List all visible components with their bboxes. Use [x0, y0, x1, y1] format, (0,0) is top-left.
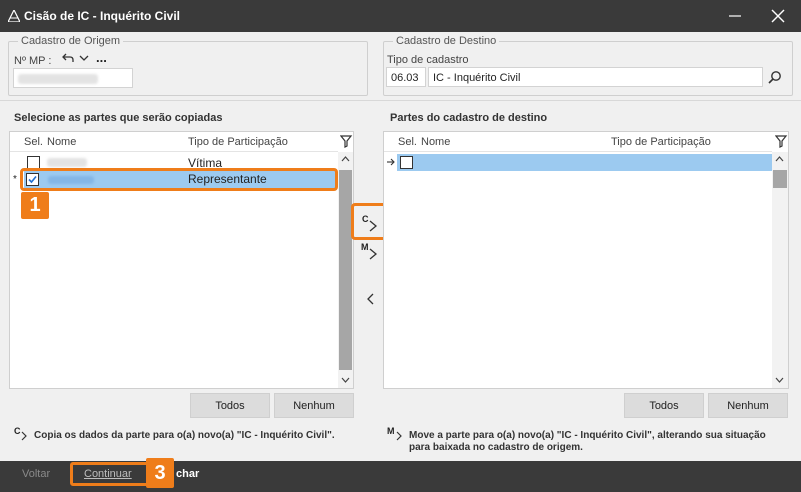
search-icon[interactable]	[768, 70, 782, 84]
right-scrollbar[interactable]	[772, 152, 788, 388]
left-col-sel: Sel.	[24, 136, 43, 148]
divider	[0, 100, 801, 101]
left-todos-button[interactable]: Todos	[190, 393, 270, 418]
chevron-right-icon	[21, 431, 27, 441]
right-col-nome: Nome	[421, 136, 451, 148]
right-panel-title: Partes do cadastro de destino	[390, 112, 548, 124]
scroll-up-icon[interactable]	[341, 156, 350, 162]
minimize-button[interactable]	[720, 4, 750, 28]
left-scrollbar[interactable]	[338, 152, 353, 388]
scroll-thumb[interactable]	[339, 170, 352, 370]
scroll-down-icon[interactable]	[341, 377, 350, 383]
app-logo-icon	[8, 10, 20, 22]
filter-icon[interactable]	[340, 135, 353, 148]
close-icon	[771, 9, 785, 23]
more-options-button[interactable]: ...	[96, 50, 107, 65]
row-checkbox[interactable]	[400, 156, 413, 169]
note-move-letter: M	[387, 426, 395, 436]
tipo-description-value: IC - Inquérito Civil	[433, 72, 521, 84]
right-todos-button[interactable]: Todos	[624, 393, 704, 418]
chevron-down-icon[interactable]	[79, 54, 89, 62]
tipo-code-value: 06.03	[391, 72, 419, 84]
mp-label: Nº MP :	[14, 55, 52, 67]
new-row[interactable]	[397, 154, 772, 171]
scroll-down-icon[interactable]	[775, 377, 784, 383]
move-button[interactable]: M	[358, 242, 384, 266]
left-panel-title: Selecione as partes que serão copiadas	[14, 112, 223, 124]
window-title: Cisão de IC - Inquérito Civil	[24, 9, 181, 23]
callout-3: 3	[146, 458, 174, 488]
redacted-mp-number	[18, 74, 98, 84]
tipo-code-field[interactable]: 06.03	[386, 67, 426, 87]
chevron-right-icon	[369, 248, 378, 260]
row-marker: *	[13, 174, 17, 185]
close-button[interactable]	[763, 4, 793, 28]
voltar-button[interactable]: Voltar	[22, 468, 50, 480]
left-col-tipo: Tipo de Participação	[188, 136, 288, 148]
redacted-name	[47, 158, 87, 167]
chevron-right-icon	[396, 431, 402, 441]
move-back-button[interactable]	[362, 290, 378, 308]
scroll-up-icon[interactable]	[775, 156, 784, 162]
mp-number-field[interactable]	[13, 68, 133, 88]
left-col-nome: Nome	[47, 136, 77, 148]
highlight-box-1	[20, 168, 338, 191]
right-nenhum-button[interactable]: Nenhum	[708, 393, 788, 418]
note-move-text: Move a parte para o(a) novo(a) "IC - Inq…	[409, 430, 766, 453]
minimize-icon	[729, 15, 741, 17]
filter-icon[interactable]	[775, 135, 788, 148]
destino-group-label: Cadastro de Destino	[393, 35, 500, 47]
fechar-button[interactable]: char	[176, 468, 199, 480]
new-row-arrow-icon	[387, 158, 395, 166]
continuar-button[interactable]: Continuar	[84, 468, 132, 480]
tipo-description-field[interactable]: IC - Inquérito Civil	[428, 67, 763, 87]
right-col-tipo: Tipo de Participação	[611, 136, 711, 148]
tipo-cadastro-label: Tipo de cadastro	[387, 54, 469, 66]
chevron-left-icon	[367, 293, 374, 305]
note-copy-text: Copia os dados da parte para o(a) novo(a…	[34, 430, 335, 441]
right-col-sel: Sel.	[398, 136, 417, 148]
left-nenhum-button[interactable]: Nenhum	[274, 393, 354, 418]
undo-icon[interactable]	[62, 53, 74, 63]
footer-bar: Voltar Continuar 3 char	[0, 458, 801, 492]
callout-1: 1	[21, 192, 49, 219]
scroll-thumb[interactable]	[773, 170, 787, 188]
origem-group-label: Cadastro de Origem	[18, 35, 124, 47]
title-bar: Cisão de IC - Inquérito Civil	[0, 0, 801, 32]
